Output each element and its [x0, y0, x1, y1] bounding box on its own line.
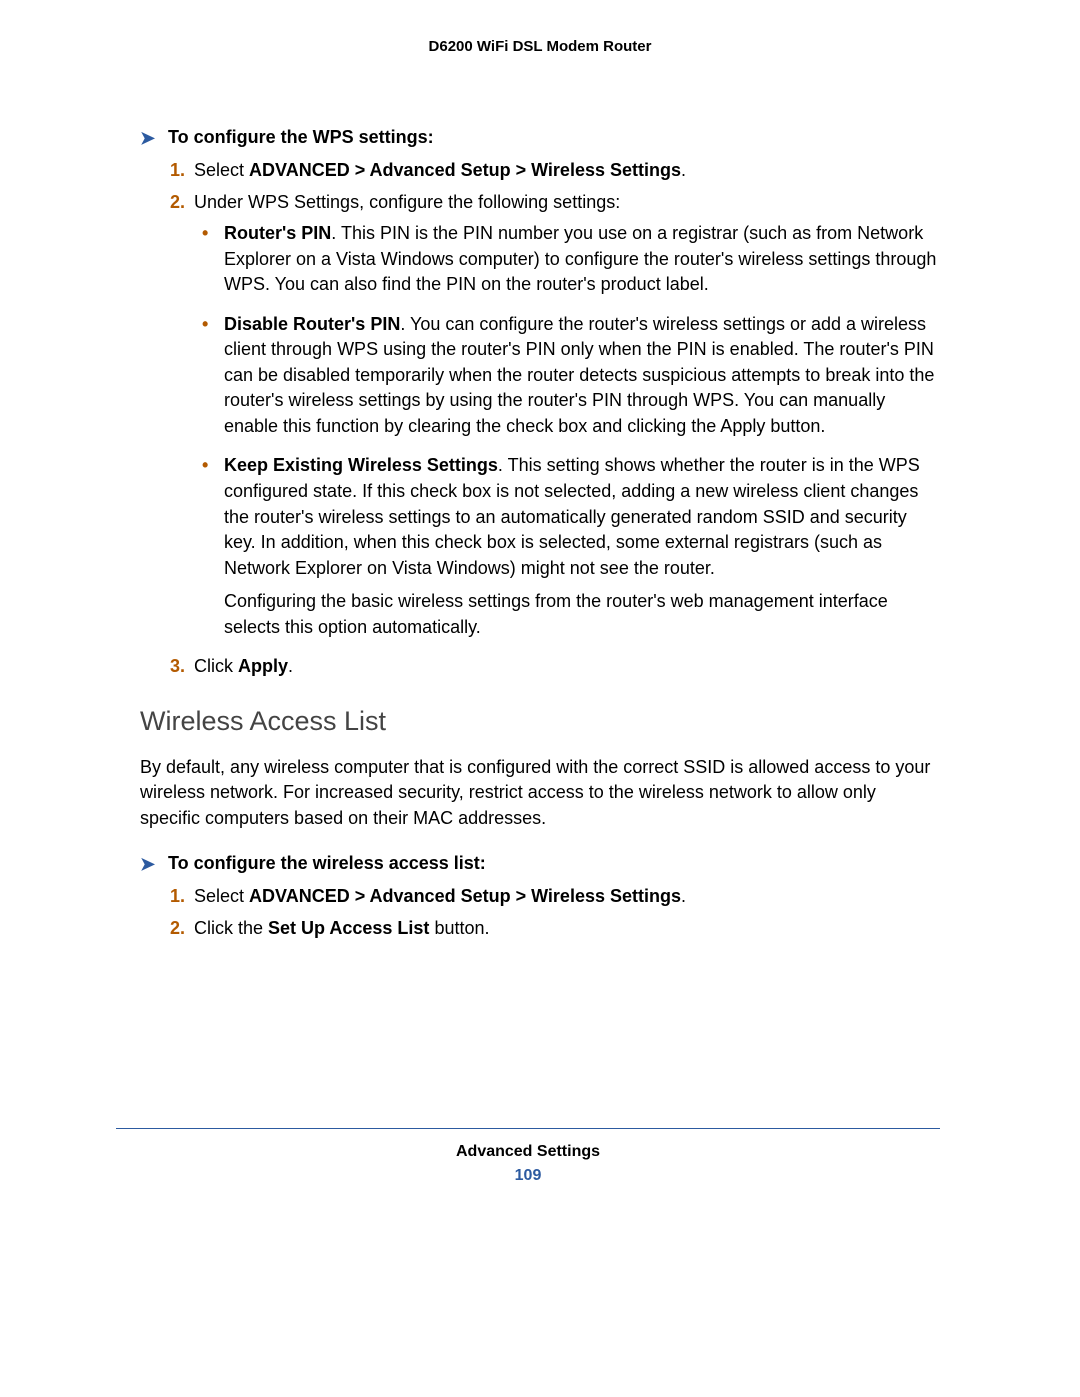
bullet-disable-pin: • Disable Router's PIN. You can configur…	[224, 312, 940, 440]
wps-step-3: 3. Click Apply.	[194, 654, 940, 680]
text-paragraph: Configuring the basic wireless settings …	[224, 589, 940, 640]
wal-heading-text: To configure the wireless access list:	[168, 853, 486, 873]
document-header: D6200 WiFi DSL Modem Router	[140, 38, 940, 55]
text-run: . This PIN is the PIN number you use on …	[224, 223, 936, 294]
spacer	[224, 581, 940, 589]
step-text: Click Apply.	[194, 656, 293, 676]
section-title-wireless-access-list: Wireless Access List	[140, 706, 940, 737]
bullet-icon: •	[202, 221, 208, 247]
step-text: Under WPS Settings, configure the follow…	[194, 192, 620, 212]
wal-steps-list: 1. Select ADVANCED > Advanced Setup > Wi…	[140, 884, 940, 941]
wps-procedure-heading: ➤ To configure the WPS settings:	[140, 127, 940, 148]
wal-procedure-heading: ➤ To configure the wireless access list:	[140, 853, 940, 874]
bullet-keep-settings: • Keep Existing Wireless Settings. This …	[224, 453, 940, 640]
text-run: button.	[429, 918, 489, 938]
text-bold: ADVANCED > Advanced Setup > Wireless Set…	[249, 886, 681, 906]
step-number: 3.	[170, 654, 185, 680]
bullet-routers-pin: • Router's PIN. This PIN is the PIN numb…	[224, 221, 940, 298]
text-run: .	[288, 656, 293, 676]
wps-heading-text: To configure the WPS settings:	[168, 127, 434, 147]
step-number: 2.	[170, 916, 185, 942]
step-number: 2.	[170, 190, 185, 216]
wal-step-2: 2. Click the Set Up Access List button.	[194, 916, 940, 942]
text-run: Select	[194, 886, 249, 906]
page-number: 109	[116, 1167, 940, 1185]
text-bold: Keep Existing Wireless Settings	[224, 455, 498, 475]
step-text: Select ADVANCED > Advanced Setup > Wirel…	[194, 160, 686, 180]
text-bold: ADVANCED > Advanced Setup > Wireless Set…	[249, 160, 681, 180]
chevron-right-icon: ➤	[140, 855, 155, 873]
wps-step-2: 2. Under WPS Settings, configure the fol…	[194, 190, 940, 641]
text-run: .	[681, 160, 686, 180]
wal-intro-paragraph: By default, any wireless computer that i…	[140, 755, 940, 832]
wps-step-1: 1. Select ADVANCED > Advanced Setup > Wi…	[194, 158, 940, 184]
text-bold: Router's PIN	[224, 223, 331, 243]
wps-bullets: • Router's PIN. This PIN is the PIN numb…	[194, 221, 940, 640]
wps-steps-list: 1. Select ADVANCED > Advanced Setup > Wi…	[140, 158, 940, 680]
wal-step-1: 1. Select ADVANCED > Advanced Setup > Wi…	[194, 884, 940, 910]
text-run: Click the	[194, 918, 268, 938]
text-bold: Disable Router's PIN	[224, 314, 400, 334]
step-number: 1.	[170, 884, 185, 910]
bullet-icon: •	[202, 312, 208, 338]
text-run: Click	[194, 656, 238, 676]
text-bold: Apply	[238, 656, 288, 676]
chevron-right-icon: ➤	[140, 129, 155, 147]
step-text: Click the Set Up Access List button.	[194, 918, 489, 938]
text-run: Select	[194, 160, 249, 180]
step-text: Select ADVANCED > Advanced Setup > Wirel…	[194, 886, 686, 906]
text-bold: Set Up Access List	[268, 918, 429, 938]
footer-chapter-title: Advanced Settings	[116, 1143, 940, 1161]
text-run: .	[681, 886, 686, 906]
page-footer: Advanced Settings 109	[116, 1128, 940, 1185]
step-number: 1.	[170, 158, 185, 184]
page-content: D6200 WiFi DSL Modem Router ➤ To configu…	[140, 38, 940, 962]
bullet-icon: •	[202, 453, 208, 479]
